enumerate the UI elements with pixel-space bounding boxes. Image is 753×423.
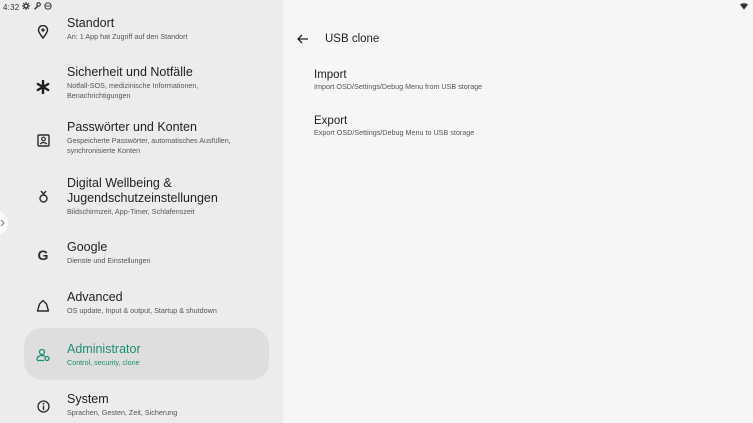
location-icon [34, 23, 52, 41]
sidebar-item-subtitle: Control, security, clone [67, 358, 140, 367]
sidebar-item-standort[interactable]: Standort An: 1 App hat Zugriff auf den S… [24, 12, 269, 48]
sidebar-item-google[interactable]: G Google Dienste und Einstellungen [24, 236, 269, 272]
page-title: USB clone [325, 33, 380, 45]
back-button[interactable] [295, 31, 311, 47]
option-subtitle: Export OSD/Settings/Debug Menu to USB st… [314, 128, 475, 137]
google-icon: G [37, 247, 49, 263]
sidebar-item-title: Administrator [67, 342, 141, 356]
sidebar-item-title: Passwörter und Konten [67, 120, 197, 134]
info-icon [34, 397, 52, 415]
sidebar-item-subtitle: Dienste und Einstellungen [67, 256, 151, 265]
settings-icon [22, 2, 30, 12]
export-option[interactable]: Export Export OSD/Settings/Debug Menu to… [314, 114, 474, 138]
sidebar-item-title: Advanced [67, 290, 123, 304]
sidebar-item-passwoerter[interactable]: Passwörter und Konten Gespeicherte Passw… [24, 114, 269, 160]
sidebar-item-digital-wellbeing[interactable]: Digital Wellbeing & Jugendschutzeinstell… [24, 170, 269, 226]
status-bar: 4:32 [0, 0, 753, 14]
sidebar-item-subtitle: Gespeicherte Passwörter, automatisches A… [67, 136, 231, 155]
sidebar-item-title: System [67, 392, 109, 406]
detail-pane: USB clone Import Import OSD/Settings/Deb… [283, 0, 753, 423]
option-subtitle: Import OSD/Settings/Debug Menu from USB … [314, 82, 483, 91]
status-time: 4:32 [3, 3, 20, 12]
sidebar-item-sicherheit[interactable]: Sicherheit und Notfälle Notfall-SOS, med… [24, 60, 269, 106]
sidebar-item-subtitle: Bildschirmzeit, App-Timer, Schlafenszeit [67, 207, 195, 216]
admin-icon [34, 346, 52, 364]
sidebar-item-title: Standort [67, 16, 115, 30]
expand-handle[interactable] [0, 210, 8, 236]
sidebar-item-title: Digital Wellbeing & Jugendschutzeinstell… [67, 176, 218, 205]
sidebar-item-administrator[interactable]: Administrator Control, security, clone [24, 328, 269, 380]
asterisk-icon [34, 78, 52, 96]
sidebar: Standort An: 1 App hat Zugriff auf den S… [0, 0, 283, 423]
wrench-icon [33, 2, 41, 12]
vpn-icon [44, 2, 52, 12]
sidebar-item-subtitle: Notfall-SOS, medizinische Informationen,… [67, 81, 199, 100]
sidebar-item-subtitle: OS update, Input & output, Startup & shu… [67, 306, 217, 315]
option-title: Export [314, 115, 348, 127]
sidebar-item-subtitle: An: 1 App hat Zugriff auf den Standort [67, 32, 188, 41]
wellbeing-icon [34, 188, 52, 206]
detail-header: USB clone [295, 30, 379, 48]
chevron-right-icon [0, 219, 5, 227]
sidebar-item-subtitle: Sprachen, Gesten, Zeit, Sicherung [67, 408, 178, 417]
arrow-back-icon [297, 34, 308, 44]
sidebar-item-system[interactable]: System Sprachen, Gesten, Zeit, Sicherung [24, 388, 269, 422]
home-outline-icon [34, 296, 52, 314]
import-option[interactable]: Import Import OSD/Settings/Debug Menu fr… [314, 68, 482, 92]
sidebar-item-title: Google [67, 240, 108, 254]
wifi-icon [740, 3, 748, 12]
sidebar-item-title: Sicherheit und Notfälle [67, 65, 193, 79]
sidebar-item-advanced[interactable]: Advanced OS update, Input & output, Star… [24, 286, 269, 322]
account-box-icon [34, 131, 52, 149]
option-title: Import [314, 69, 347, 81]
